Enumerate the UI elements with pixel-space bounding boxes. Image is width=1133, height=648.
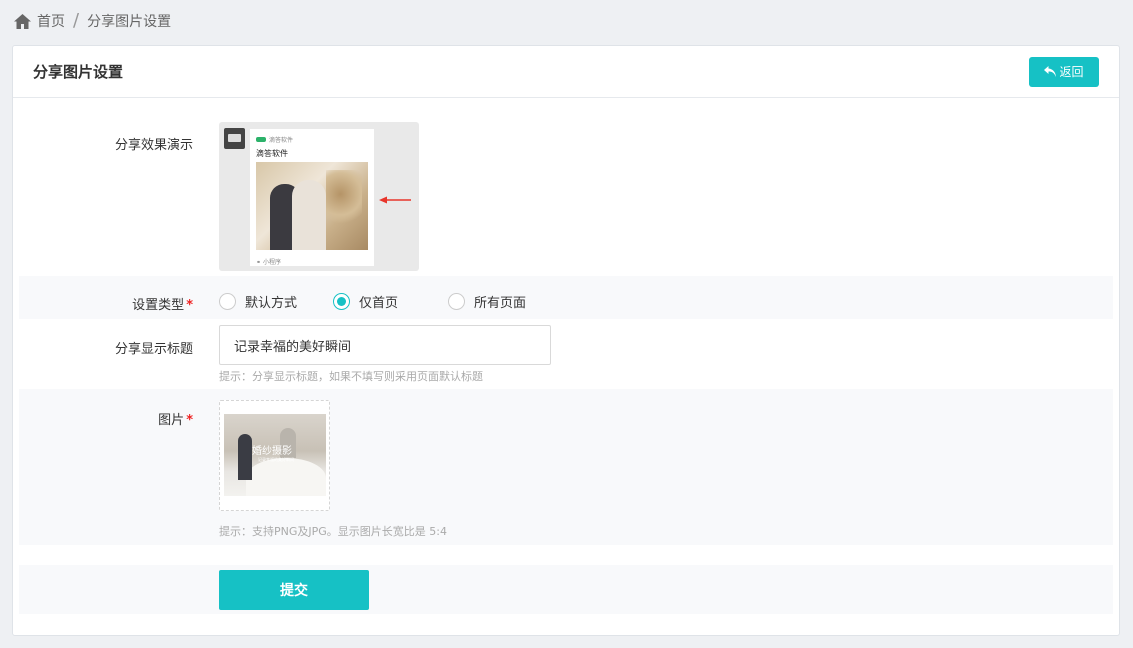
radio-all-pages[interactable]: 所有页面 xyxy=(448,292,526,311)
preview-label: 分享效果演示 xyxy=(114,138,193,153)
share-preview-image: 滴答软件 滴答软件 ⚭ 小程序 xyxy=(219,122,419,271)
share-title-hint: 提示：分享显示标题，如果不填写则采用页面默认标题 xyxy=(219,370,483,383)
undo-arrow-icon xyxy=(1044,66,1057,77)
setting-type-label-text: 设置类型 xyxy=(132,298,185,313)
radio-home-only[interactable]: 仅首页 xyxy=(333,292,448,311)
breadcrumb: 首页 / 分享图片设置 xyxy=(14,10,171,32)
setting-type-label: 设置类型 * xyxy=(132,294,193,313)
mini-footer-text: 小程序 xyxy=(262,259,281,266)
required-mark: * xyxy=(186,413,193,428)
red-arrow-icon xyxy=(379,196,411,204)
image-label-text: 图片 xyxy=(158,413,185,428)
avatar xyxy=(224,128,245,149)
mini-program-card: 滴答软件 滴答软件 ⚭ 小程序 xyxy=(250,129,374,266)
photo-dress xyxy=(246,458,326,496)
breadcrumb-current: 分享图片设置 xyxy=(87,14,172,30)
breadcrumb-home-link[interactable]: 首页 xyxy=(37,11,65,31)
couple-photo xyxy=(256,162,368,250)
radio-all-pages-label: 所有页面 xyxy=(474,295,527,311)
photo-figure-woman xyxy=(292,180,326,250)
radio-default-circle[interactable] xyxy=(219,292,236,310)
image-upload-box[interactable]: 婚纱摄影 记录幸福的美好瞬间 xyxy=(219,400,330,511)
image-hint: 提示：支持PNG及JPG。显示图片长宽比是 5:4 xyxy=(219,525,447,538)
radio-default-label: 默认方式 xyxy=(245,295,298,311)
page-title: 分享图片设置 xyxy=(33,63,124,81)
back-button[interactable]: 返回 xyxy=(1029,56,1099,87)
radio-home-only-label: 仅首页 xyxy=(359,295,399,311)
photo-figure-groom xyxy=(238,434,252,480)
image-label: 图片 * xyxy=(158,409,193,428)
mini-program-badge-icon xyxy=(256,137,266,142)
share-title-input[interactable] xyxy=(219,325,551,365)
share-title-row: 分享显示标题 xyxy=(19,319,1113,389)
setting-type-radio-group: 默认方式 仅首页 所有页面 xyxy=(219,280,526,322)
image-watermark: 婚纱摄影 xyxy=(252,446,292,457)
image-row: 图片 * xyxy=(19,389,1113,545)
uploaded-image-thumbnail: 婚纱摄影 记录幸福的美好瞬间 xyxy=(224,414,326,496)
back-button-label: 返回 xyxy=(1059,65,1084,79)
home-icon[interactable] xyxy=(14,13,31,29)
settings-card: 分享图片设置 返回 分享效果演示 滴答软件 滴答软件 ⚭ 小程序 设置类型 * … xyxy=(12,45,1120,636)
setting-type-row: 设置类型 * 默认方式 仅首页 所有页面 xyxy=(19,276,1113,319)
image-watermark-sub: 记录幸福的美好瞬间 xyxy=(258,457,294,462)
radio-default[interactable]: 默认方式 xyxy=(219,292,333,311)
mini-tag: 滴答软件 xyxy=(256,136,294,144)
radio-home-only-circle[interactable] xyxy=(333,292,350,310)
submit-button[interactable]: 提交 xyxy=(219,570,369,610)
radio-all-pages-circle[interactable] xyxy=(448,292,465,310)
mini-footer: ⚭ 小程序 xyxy=(256,259,281,266)
share-title-label: 分享显示标题 xyxy=(114,342,193,357)
photo-decoration xyxy=(326,170,362,230)
mini-card-name: 滴答软件 xyxy=(256,149,288,158)
submit-row xyxy=(19,565,1113,614)
card-header: 分享图片设置 返回 xyxy=(13,46,1119,98)
required-mark: * xyxy=(186,298,193,313)
breadcrumb-separator: / xyxy=(73,10,80,31)
mini-tag-text: 滴答软件 xyxy=(269,137,294,144)
